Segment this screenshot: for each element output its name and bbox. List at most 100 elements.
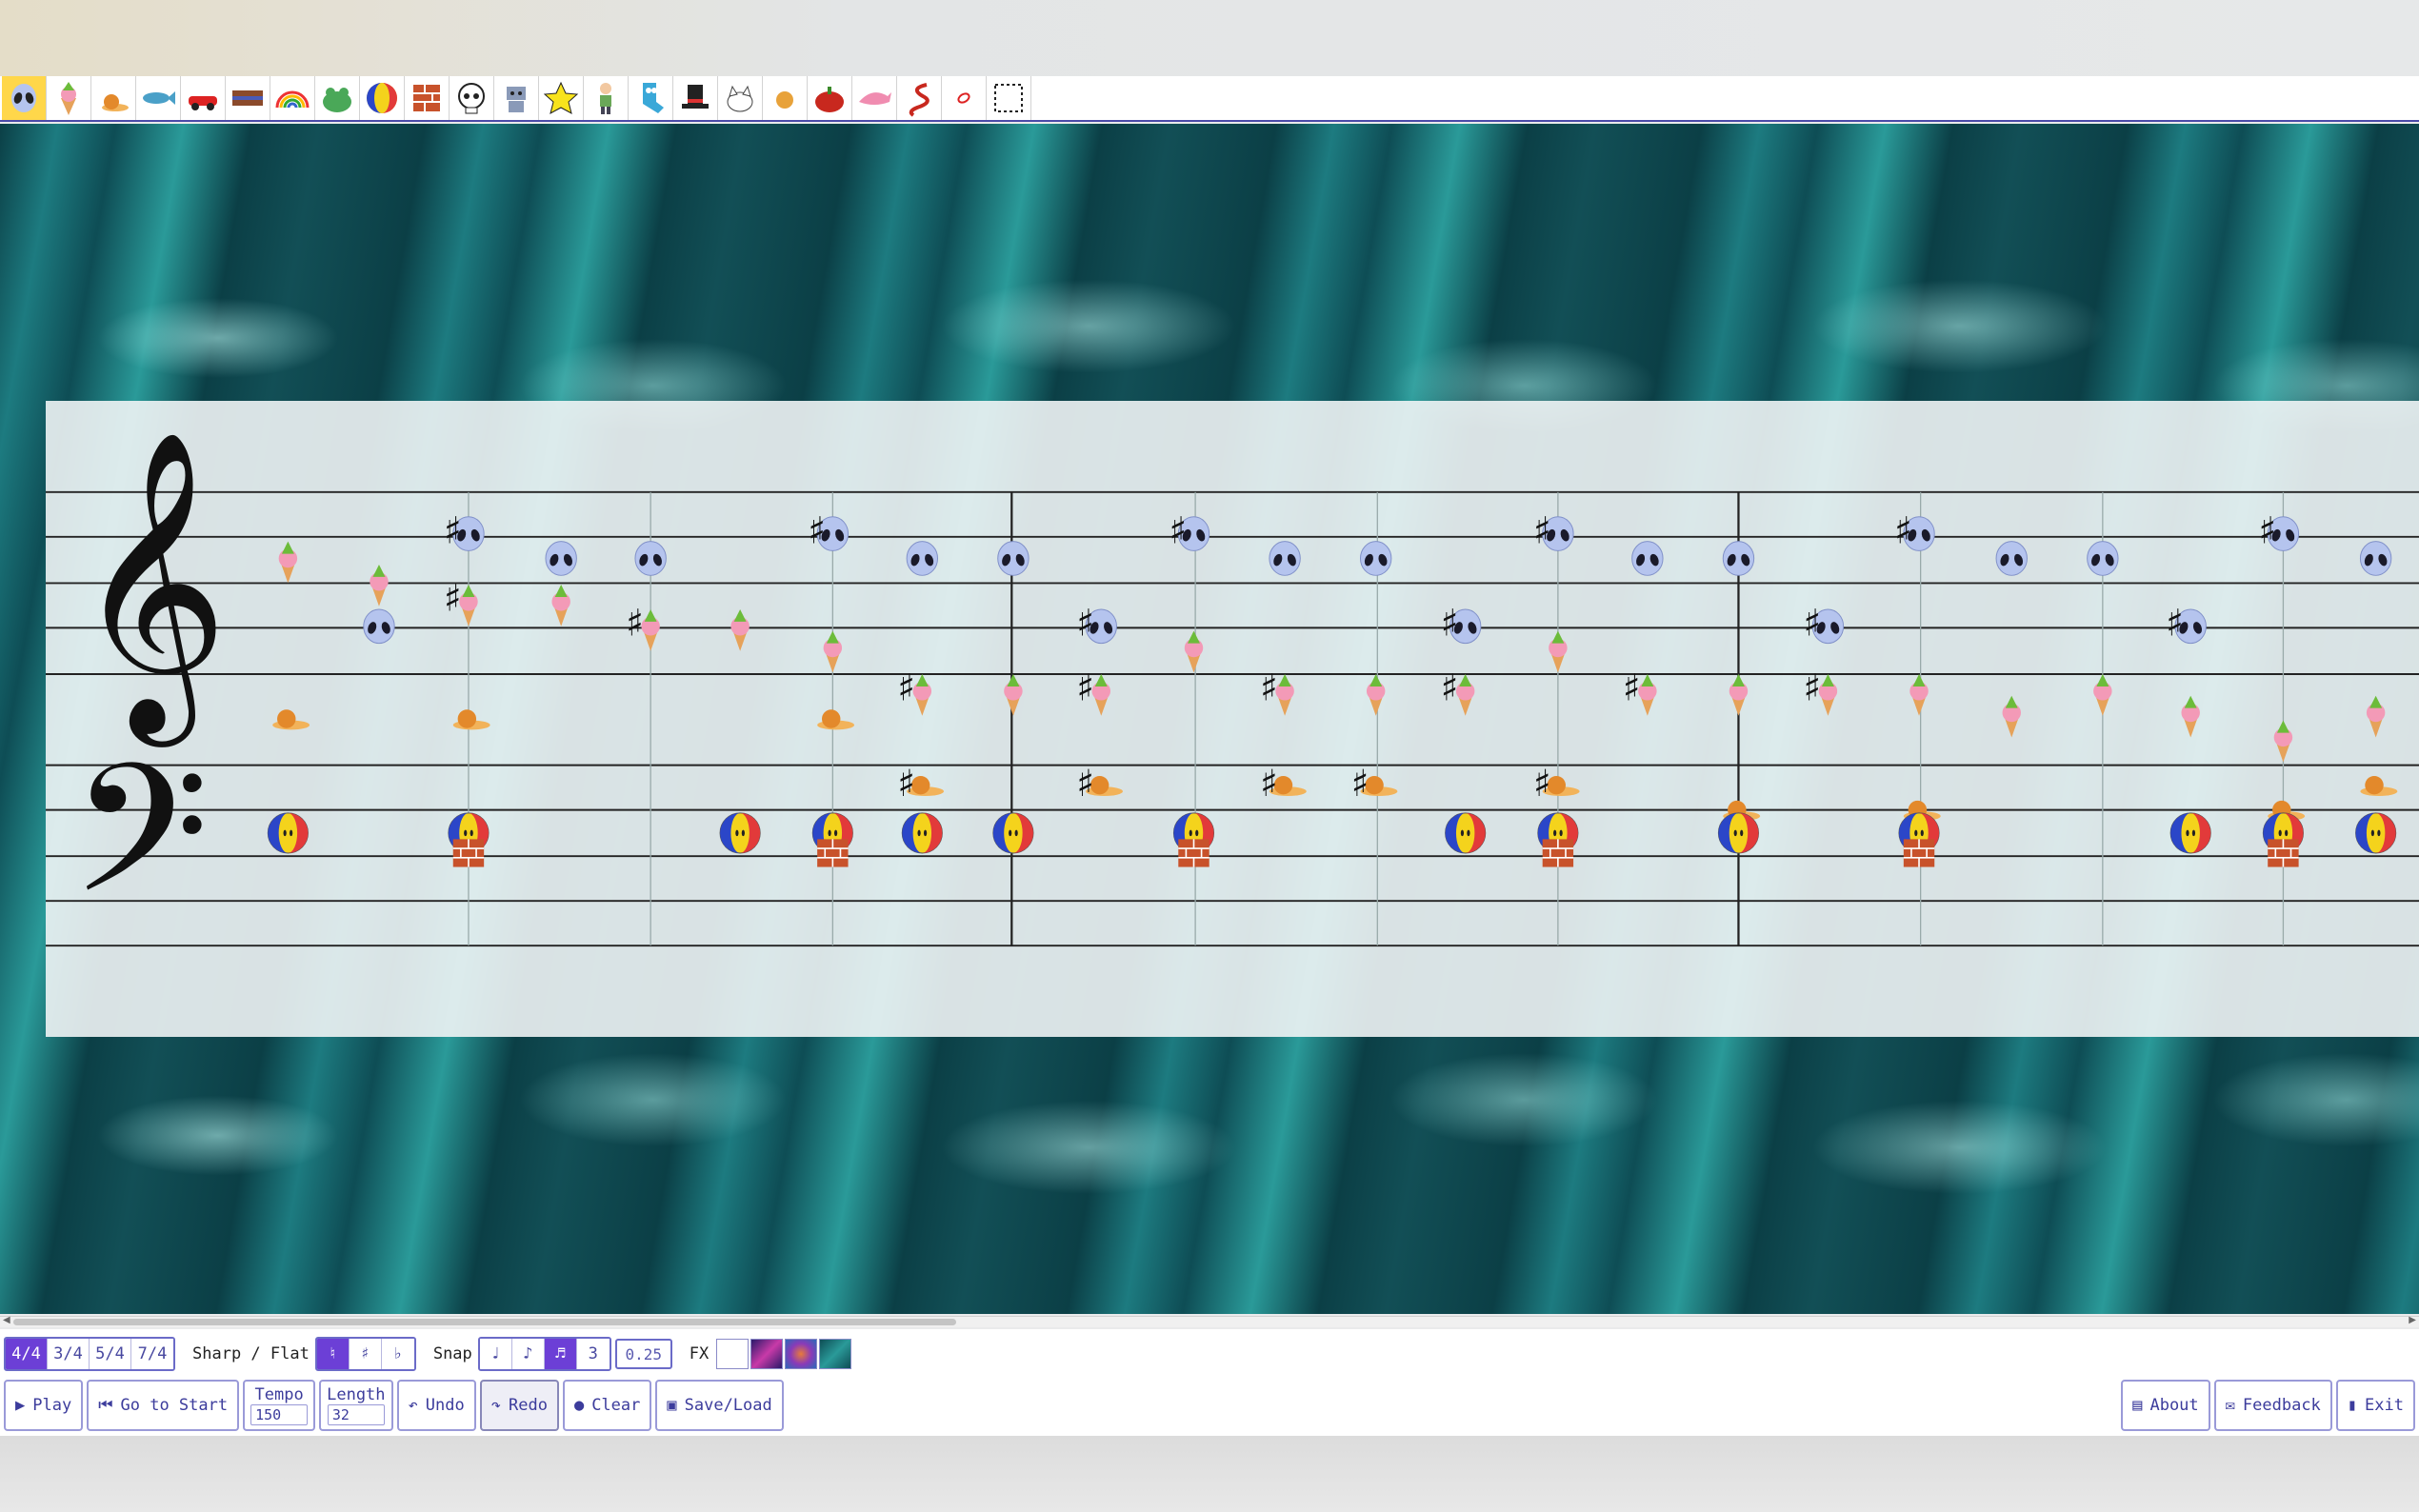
snap-sixteenth-icon[interactable]: ♬: [544, 1339, 577, 1369]
music-staff[interactable]: 𝄞 𝄢 ♯ ♯ ♯ ♯ ♯ ♯ ♯ ♯ ♯ ♯ ♯ ♯ ♯ ♯ ♯ ♯ ♯ ♯ ♯ ♯ ♯ ♯ ♯: [46, 401, 2419, 1037]
note-ice-cream[interactable]: [2273, 720, 2293, 763]
note-alien[interactable]: [1995, 541, 2028, 576]
sharp-button[interactable]: ♯: [349, 1339, 382, 1369]
snap-triplet[interactable]: 3: [576, 1339, 610, 1369]
feedback-button[interactable]: ✉ Feedback: [2213, 1380, 2332, 1431]
note-ice-cream[interactable]: [2181, 695, 2200, 738]
play-button[interactable]: ▶ Play: [4, 1380, 84, 1431]
note-ice-cream[interactable]: [2002, 695, 2021, 738]
palette-beach-ball[interactable]: [360, 76, 405, 120]
time-sig-3-4[interactable]: 3/4: [48, 1339, 90, 1369]
note-ball[interactable]: [901, 812, 943, 854]
palette-fish[interactable]: [136, 76, 181, 120]
fx-psychedelic[interactable]: [785, 1339, 818, 1369]
note-ice-cream[interactable]: [823, 630, 843, 673]
note-ice-cream[interactable]: [2093, 674, 2112, 716]
note-ice-cream[interactable]: [459, 585, 478, 627]
palette-alien[interactable]: [2, 76, 47, 120]
flat-button[interactable]: ♭: [381, 1339, 414, 1369]
clear-button[interactable]: ● Clear: [562, 1380, 652, 1431]
palette-snake[interactable]: [897, 76, 942, 120]
note-ice-cream[interactable]: [370, 564, 389, 607]
note-alien[interactable]: [363, 608, 395, 645]
note-ice-cream[interactable]: [1549, 630, 1568, 673]
palette-brick[interactable]: [405, 76, 450, 120]
palette-top-hat[interactable]: [673, 76, 718, 120]
note-alien[interactable]: [1269, 541, 1301, 576]
scroll-left-icon[interactable]: ◀: [3, 1315, 10, 1325]
snap-value-input[interactable]: 0.25: [614, 1339, 672, 1369]
fx-purple[interactable]: [750, 1339, 784, 1369]
note-ice-cream[interactable]: [1729, 674, 1749, 716]
palette-rainbow[interactable]: [270, 76, 315, 120]
note-ball[interactable]: [1717, 812, 1760, 854]
snap-eighth-icon[interactable]: ♪: [511, 1339, 545, 1369]
palette-skull[interactable]: [450, 76, 494, 120]
redo-button[interactable]: ↷ Redo: [479, 1380, 559, 1431]
note-ice-cream[interactable]: [912, 674, 932, 716]
palette-ring[interactable]: [942, 76, 987, 120]
palette-frog[interactable]: [315, 76, 360, 120]
palette-robot[interactable]: [494, 76, 539, 120]
palette-person[interactable]: [584, 76, 629, 120]
note-snail[interactable]: [2360, 775, 2398, 797]
palette-snail[interactable]: [91, 76, 136, 120]
note-brick[interactable]: [817, 839, 849, 867]
note-snail[interactable]: [452, 709, 490, 730]
note-alien[interactable]: [545, 541, 577, 576]
palette-sock[interactable]: [629, 76, 673, 120]
note-alien[interactable]: [906, 541, 939, 576]
time-sig-7-4[interactable]: 7/4: [131, 1339, 173, 1369]
time-sig-4-4[interactable]: 4/4: [6, 1339, 48, 1369]
palette-boat[interactable]: [226, 76, 270, 120]
note-brick[interactable]: [1903, 839, 1935, 867]
note-ice-cream[interactable]: [1818, 674, 1838, 716]
note-alien[interactable]: [2359, 541, 2392, 576]
note-alien[interactable]: [997, 541, 1030, 576]
note-ice-cream[interactable]: [551, 585, 570, 627]
time-sig-5-4[interactable]: 5/4: [90, 1339, 131, 1369]
note-ball[interactable]: [2169, 812, 2211, 854]
scrollbar-thumb[interactable]: [13, 1319, 956, 1325]
note-ice-cream[interactable]: [1091, 674, 1110, 716]
note-alien[interactable]: [2087, 541, 2119, 576]
note-brick[interactable]: [1178, 839, 1210, 867]
note-snail[interactable]: [272, 709, 310, 730]
note-ball[interactable]: [2355, 812, 2397, 854]
fx-water[interactable]: [819, 1339, 852, 1369]
note-ice-cream[interactable]: [2366, 695, 2386, 738]
note-ball[interactable]: [267, 812, 309, 854]
note-alien[interactable]: [1359, 541, 1392, 576]
note-ball[interactable]: [719, 812, 761, 854]
note-ice-cream[interactable]: [730, 608, 750, 651]
note-ball[interactable]: [1445, 812, 1487, 854]
note-ice-cream[interactable]: [1638, 674, 1657, 716]
note-snail[interactable]: [817, 709, 855, 730]
exit-button[interactable]: ▮ Exit: [2335, 1380, 2415, 1431]
note-brick[interactable]: [1542, 839, 1574, 867]
palette-ice-cream[interactable]: [47, 76, 91, 120]
natural-button[interactable]: ♮: [316, 1339, 350, 1369]
note-ice-cream[interactable]: [1004, 674, 1023, 716]
go-to-start-button[interactable]: ⏮ Go to Start: [87, 1380, 240, 1431]
note-ice-cream[interactable]: [1909, 674, 1929, 716]
note-ice-cream[interactable]: [1184, 630, 1204, 673]
note-ice-cream[interactable]: [278, 541, 298, 584]
scroll-right-icon[interactable]: ▶: [2409, 1315, 2416, 1325]
length-input[interactable]: 32: [327, 1404, 385, 1425]
note-ice-cream[interactable]: [1366, 674, 1386, 716]
palette-cat[interactable]: [718, 76, 763, 120]
note-alien[interactable]: [1722, 541, 1755, 576]
tempo-input[interactable]: 150: [250, 1404, 309, 1425]
note-ice-cream[interactable]: [1275, 674, 1294, 716]
save-load-button[interactable]: ▣ Save/Load: [655, 1380, 784, 1431]
note-alien[interactable]: [1631, 541, 1664, 576]
palette-car[interactable]: [181, 76, 226, 120]
palette-coin[interactable]: [763, 76, 808, 120]
note-brick[interactable]: [2268, 839, 2299, 867]
horizontal-scrollbar[interactable]: ◀ ▶: [0, 1315, 2419, 1327]
palette-star[interactable]: [539, 76, 584, 120]
note-ice-cream[interactable]: [1455, 674, 1475, 716]
fx-none[interactable]: [716, 1339, 750, 1369]
note-alien[interactable]: [634, 541, 667, 576]
